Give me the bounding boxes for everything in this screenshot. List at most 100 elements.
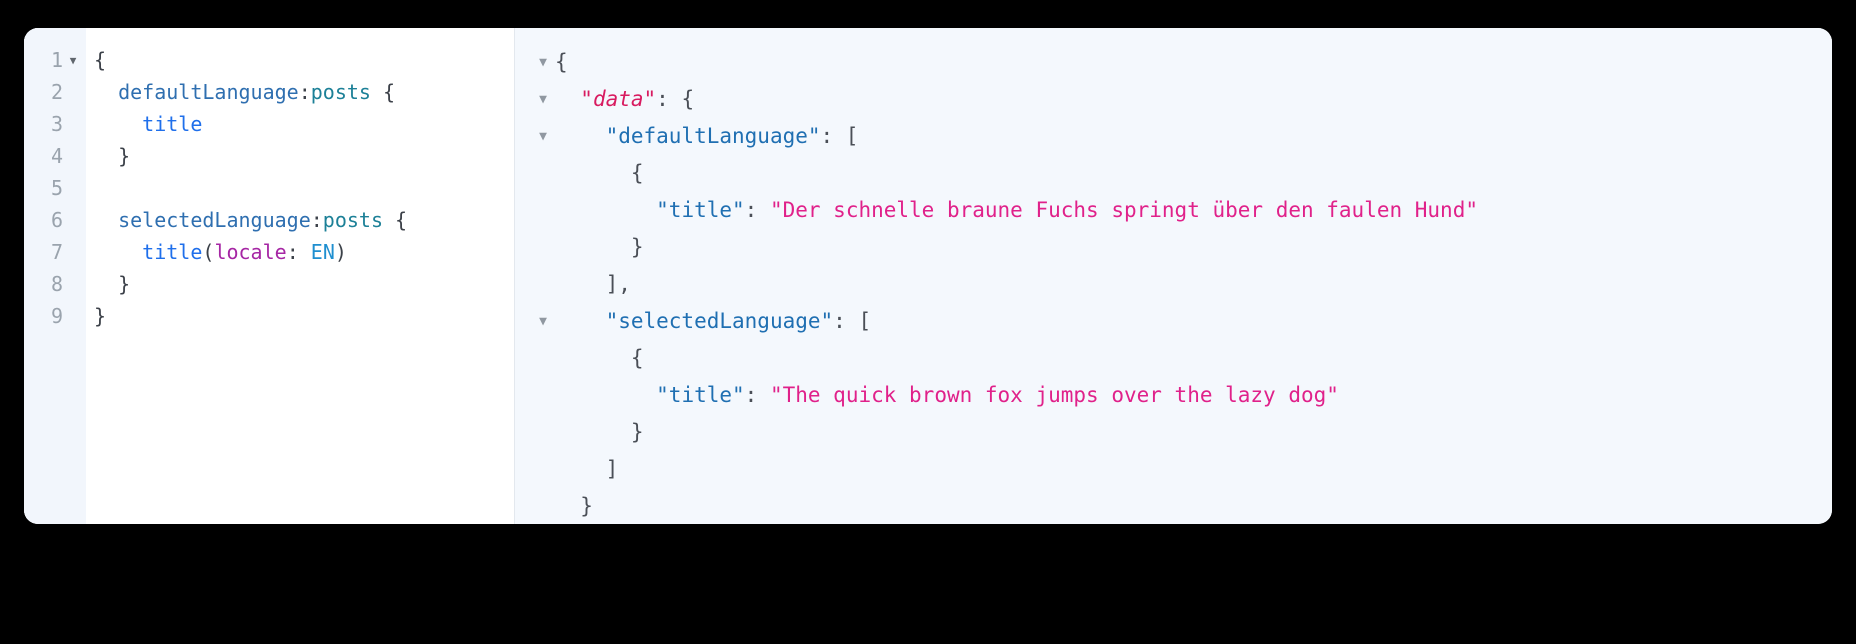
fold-toggle[interactable]: ▼ bbox=[515, 118, 553, 155]
chevron-down-icon[interactable]: ▼ bbox=[539, 55, 547, 70]
json-token: ] bbox=[605, 457, 619, 481]
line-number-row: 4▼ bbox=[24, 140, 86, 172]
json-token: "defaultLanguage" bbox=[605, 124, 821, 148]
line-number: 1 bbox=[50, 48, 63, 72]
line-number-row: 8▼ bbox=[24, 268, 86, 300]
line-number-row: 9▼ bbox=[24, 300, 86, 332]
query-line: } bbox=[94, 268, 514, 300]
result-line: "data": { bbox=[555, 81, 1832, 118]
code-token: EN bbox=[310, 240, 335, 264]
code-token: { bbox=[383, 208, 408, 232]
line-number-row: 1 ▼ bbox=[24, 44, 86, 76]
code-token: ) bbox=[334, 240, 347, 264]
line-number-gutter: 1▼2▼ 3 ▼ 4▼5▼6▼7▼8▼9▼ bbox=[24, 28, 86, 524]
code-token: title bbox=[142, 112, 203, 136]
query-line: title(locale: EN) bbox=[94, 236, 514, 268]
json-token: : [ bbox=[820, 124, 859, 148]
json-token: { bbox=[630, 346, 644, 370]
result-line: { bbox=[555, 44, 1832, 81]
json-token: "The quick brown fox jumps over the lazy… bbox=[769, 383, 1339, 407]
code-token: title bbox=[142, 240, 203, 264]
json-token: { bbox=[555, 50, 568, 74]
line-number: 6 bbox=[50, 208, 63, 232]
json-token: } bbox=[630, 235, 644, 259]
code-token: defaultLanguage bbox=[118, 80, 299, 104]
result-line: "defaultLanguage": [ bbox=[555, 118, 1832, 155]
chevron-down-icon[interactable]: ▼ bbox=[539, 314, 547, 329]
line-number-row: 6▼ bbox=[24, 204, 86, 236]
graphql-query-editor[interactable]: 1▼2▼3▼4▼5▼6▼7▼8▼9▼ { defaultLanguage:pos… bbox=[24, 28, 515, 524]
json-token: "title" bbox=[656, 383, 745, 407]
result-line: } bbox=[555, 488, 1832, 524]
line-number-row: 5▼ bbox=[24, 172, 86, 204]
query-line: title bbox=[94, 108, 514, 140]
fold-toggle[interactable]: ▼ bbox=[515, 81, 553, 118]
line-number-row: 7▼ bbox=[24, 236, 86, 268]
result-code-area[interactable]: { "data": { "defaultLanguage": [ { "titl… bbox=[553, 28, 1832, 524]
fold-toggle-empty: ▼ bbox=[515, 192, 553, 229]
query-line bbox=[94, 172, 514, 204]
line-number-row: 2▼ bbox=[24, 76, 86, 108]
result-line: "title": "Der schnelle braune Fuchs spri… bbox=[555, 192, 1832, 229]
line-number: 5 bbox=[50, 176, 63, 200]
query-line: defaultLanguage:posts { bbox=[94, 76, 514, 108]
fold-marker-gutter[interactable]: ▼▼▼▼▼▼▼▼▼▼▼▼▼▼ bbox=[515, 28, 553, 524]
result-line: ], bbox=[555, 266, 1832, 303]
screenshot-root: 1▼2▼3▼4▼5▼6▼7▼8▼9▼ { defaultLanguage:pos… bbox=[0, 0, 1856, 644]
code-token: : bbox=[298, 80, 311, 104]
result-line: } bbox=[555, 229, 1832, 266]
json-token: : [ bbox=[833, 309, 872, 333]
json-token: } bbox=[580, 494, 593, 518]
query-line: } bbox=[94, 300, 514, 332]
code-token: selectedLanguage bbox=[118, 208, 311, 232]
json-token: : bbox=[744, 198, 770, 222]
code-token: { bbox=[370, 80, 396, 104]
result-line: "title": "The quick brown fox jumps over… bbox=[555, 377, 1832, 414]
code-token: posts bbox=[310, 80, 371, 104]
json-token: { bbox=[630, 161, 644, 185]
fold-toggle-empty: ▼ bbox=[515, 414, 553, 451]
fold-toggle[interactable]: ▼ bbox=[515, 44, 553, 81]
result-line: { bbox=[555, 340, 1832, 377]
code-token: ( bbox=[202, 240, 215, 264]
result-line: "selectedLanguage": [ bbox=[555, 303, 1832, 340]
code-token: locale bbox=[214, 240, 287, 264]
query-line: { bbox=[94, 44, 514, 76]
graphql-result-viewer[interactable]: ▼▼▼▼▼▼▼▼▼▼▼▼▼▼ { "data": { "defaultLangu… bbox=[515, 28, 1832, 524]
code-token: } bbox=[118, 272, 131, 296]
code-token: { bbox=[94, 48, 107, 72]
code-token: posts bbox=[322, 208, 384, 232]
json-token: } bbox=[630, 420, 644, 444]
fold-toggle-empty: ▼ bbox=[515, 377, 553, 414]
json-token: "data" bbox=[580, 87, 657, 111]
fold-arrow-icon[interactable]: ▼ bbox=[66, 55, 80, 66]
json-token: : bbox=[744, 383, 770, 407]
code-token: } bbox=[118, 144, 131, 168]
fold-toggle-empty: ▼ bbox=[515, 229, 553, 266]
json-token: "Der schnelle braune Fuchs springt über … bbox=[769, 198, 1478, 222]
line-number: 2 bbox=[50, 80, 63, 104]
code-token: : bbox=[286, 240, 311, 264]
query-code-area[interactable]: { defaultLanguage:posts { title } select… bbox=[86, 28, 514, 524]
json-token: "title" bbox=[656, 198, 745, 222]
query-line: selectedLanguage:posts { bbox=[94, 204, 514, 236]
json-token: "selectedLanguage" bbox=[605, 309, 834, 333]
fold-toggle-empty: ▼ bbox=[515, 266, 553, 303]
fold-toggle-empty: ▼ bbox=[515, 155, 553, 192]
chevron-down-icon[interactable]: ▼ bbox=[539, 92, 547, 107]
line-number: 7 bbox=[50, 240, 63, 264]
line-number: 3 bbox=[50, 112, 63, 136]
line-number: 8 bbox=[50, 272, 63, 296]
fold-toggle-empty: ▼ bbox=[515, 451, 553, 488]
chevron-down-icon[interactable]: ▼ bbox=[539, 129, 547, 144]
code-token: } bbox=[94, 304, 107, 328]
json-token: : { bbox=[656, 87, 695, 111]
result-line: ] bbox=[555, 451, 1832, 488]
line-number: 9 bbox=[50, 304, 63, 328]
result-line: { bbox=[555, 155, 1832, 192]
fold-toggle-empty: ▼ bbox=[515, 340, 553, 377]
fold-toggle[interactable]: ▼ bbox=[515, 303, 553, 340]
query-line: } bbox=[94, 140, 514, 172]
line-number: 4 bbox=[50, 144, 63, 168]
json-token: ], bbox=[605, 272, 631, 296]
